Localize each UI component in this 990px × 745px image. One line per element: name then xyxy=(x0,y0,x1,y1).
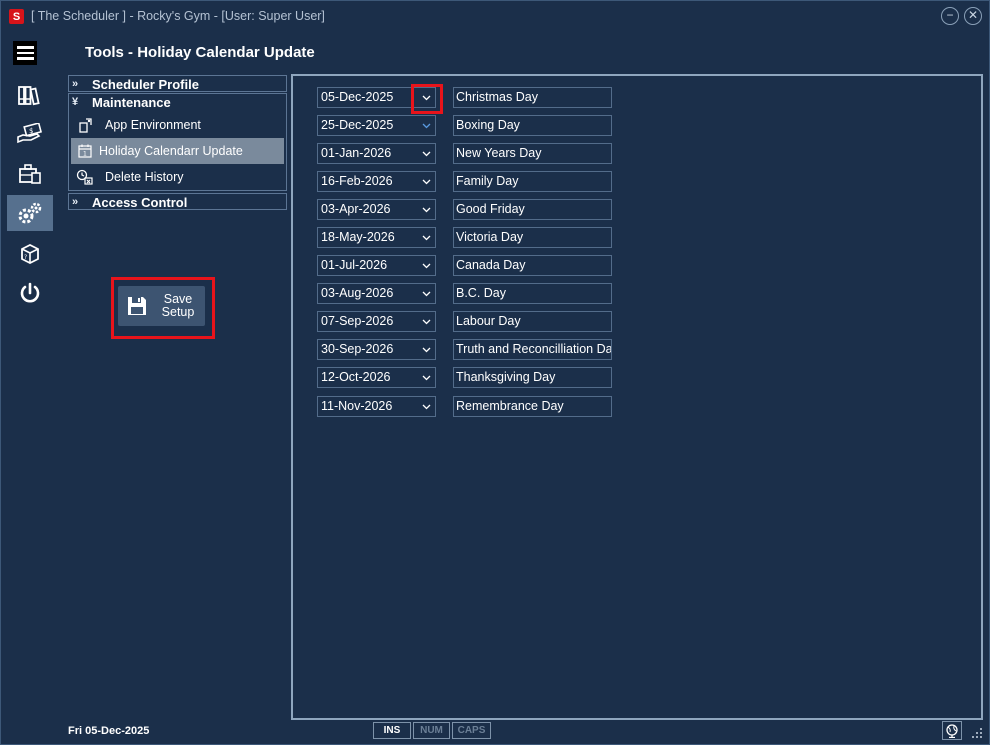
resize-grip-icon[interactable] xyxy=(969,725,983,739)
holiday-name-input[interactable]: Victoria Day xyxy=(453,227,612,248)
nav-item-label: App Environment xyxy=(105,118,201,132)
delete-history-icon xyxy=(71,169,99,185)
nav-header-maintenance[interactable]: ¥ Maintenance xyxy=(69,94,286,110)
nav-group-scheduler-profile[interactable]: » Scheduler Profile xyxy=(68,75,287,92)
page-title: Tools - Holiday Calendar Update xyxy=(85,44,315,61)
menu-icon[interactable] xyxy=(13,41,37,65)
chevron-down-icon[interactable] xyxy=(420,200,432,219)
holiday-name-input[interactable]: Good Friday xyxy=(453,199,612,220)
dropdown-highlight xyxy=(411,84,443,114)
chevron-down-icon[interactable] xyxy=(420,312,432,331)
holiday-date-value: 25-Dec-2025 xyxy=(321,118,394,132)
holiday-name-input[interactable]: Truth and Reconcilliation Day xyxy=(453,339,612,360)
nav-header-label: Access Control xyxy=(92,194,188,210)
holiday-name-input[interactable]: B.C. Day xyxy=(453,283,612,304)
window-title: [ The Scheduler ] - Rocky's Gym - [User:… xyxy=(31,9,325,23)
holiday-date-value: 01-Jan-2026 xyxy=(321,146,392,160)
close-button[interactable]: ✕ xyxy=(964,7,982,25)
floppy-disk-icon xyxy=(128,297,146,315)
save-setup-button[interactable]: Save Setup xyxy=(118,286,205,326)
chevron-double-right-icon: » xyxy=(72,78,79,90)
chevron-down-icon[interactable] xyxy=(420,340,432,359)
power-icon[interactable] xyxy=(7,275,53,311)
books-icon[interactable] xyxy=(7,77,53,113)
holiday-name-input[interactable]: Labour Day xyxy=(453,311,612,332)
calendar-icon: 1 xyxy=(71,144,99,158)
holiday-date-dropdown[interactable]: 01-Jan-2026 xyxy=(317,143,436,164)
holiday-date-dropdown[interactable]: 11-Nov-2026 xyxy=(317,396,436,417)
holiday-date-value: 01-Jul-2026 xyxy=(321,258,388,272)
box-icon[interactable]: ? xyxy=(7,236,53,272)
holiday-date-dropdown[interactable]: 25-Dec-2025 xyxy=(317,115,436,136)
holiday-date-value: 03-Aug-2026 xyxy=(321,286,394,300)
holiday-date-dropdown[interactable]: 12-Oct-2026 xyxy=(317,367,436,388)
chevron-down-icon[interactable] xyxy=(420,284,432,303)
chevron-down-icon[interactable] xyxy=(420,116,432,135)
chevron-down-icon[interactable] xyxy=(420,256,432,275)
holiday-name-input[interactable]: Thanksgiving Day xyxy=(453,367,612,388)
chevron-double-down-icon: ¥ xyxy=(72,96,79,108)
holiday-name-input[interactable]: Remembrance Day xyxy=(453,396,612,417)
chevron-down-icon[interactable] xyxy=(420,172,432,191)
svg-text:1: 1 xyxy=(83,151,87,158)
globe-icon[interactable] xyxy=(942,721,962,740)
holiday-date-dropdown[interactable]: 07-Sep-2026 xyxy=(317,311,436,332)
caps-indicator: CAPS xyxy=(452,722,491,739)
nav-item-label: Delete History xyxy=(105,170,184,184)
holiday-date-dropdown[interactable]: 01-Jul-2026 xyxy=(317,255,436,276)
holiday-name-input[interactable]: Christmas Day xyxy=(453,87,612,108)
holiday-date-value: 12-Oct-2026 xyxy=(321,370,391,384)
svg-text:?: ? xyxy=(24,254,27,261)
holiday-name-input[interactable]: New Years Day xyxy=(453,143,612,164)
svg-text:$: $ xyxy=(29,127,33,135)
app-logo-icon: S xyxy=(9,9,24,24)
nav-header-label: Scheduler Profile xyxy=(92,76,199,92)
ins-indicator: INS xyxy=(373,722,411,739)
save-setup-label: Save Setup xyxy=(161,292,195,319)
chevron-down-icon[interactable] xyxy=(420,144,432,163)
holiday-date-dropdown[interactable]: 30-Sep-2026 xyxy=(317,339,436,360)
briefcase-icon[interactable] xyxy=(7,156,53,192)
nav-item-holiday-calendar-update[interactable]: 1 Holiday Calendarr Update xyxy=(71,138,284,164)
holiday-date-dropdown[interactable]: 16-Feb-2026 xyxy=(317,171,436,192)
chevron-down-icon[interactable] xyxy=(420,228,432,247)
title-bar[interactable]: S [ The Scheduler ] - Rocky's Gym - [Use… xyxy=(1,1,989,31)
nav-item-app-environment[interactable]: App Environment xyxy=(71,112,284,138)
chevron-double-right-icon: » xyxy=(72,196,79,208)
holiday-date-value: 30-Sep-2026 xyxy=(321,342,394,356)
status-date: Fri 05-Dec-2025 xyxy=(68,725,150,737)
holiday-name-input[interactable]: Family Day xyxy=(453,171,612,192)
holiday-name-input[interactable]: Canada Day xyxy=(453,255,612,276)
holiday-date-value: 03-Apr-2026 xyxy=(321,202,391,216)
holiday-date-dropdown[interactable]: 18-May-2026 xyxy=(317,227,436,248)
app-window: S [ The Scheduler ] - Rocky's Gym - [Use… xyxy=(0,0,990,745)
nav-item-label: Holiday Calendarr Update xyxy=(99,144,243,158)
holiday-date-value: 07-Sep-2026 xyxy=(321,314,394,328)
nav-group-maintenance: ¥ Maintenance App Environment 1 Holiday … xyxy=(68,93,287,191)
holiday-date-value: 11-Nov-2026 xyxy=(321,399,393,413)
holiday-name-input[interactable]: Boxing Day xyxy=(453,115,612,136)
holiday-date-dropdown[interactable]: 03-Apr-2026 xyxy=(317,199,436,220)
money-hand-icon[interactable]: $ xyxy=(7,116,53,152)
gears-icon[interactable] xyxy=(7,195,53,231)
chevron-down-icon[interactable] xyxy=(420,397,432,416)
nav-item-delete-history[interactable]: Delete History xyxy=(71,164,284,190)
num-indicator: NUM xyxy=(413,722,450,739)
holiday-date-dropdown[interactable]: 03-Aug-2026 xyxy=(317,283,436,304)
nav-header-label: Maintenance xyxy=(92,94,171,110)
nav-group-access-control[interactable]: » Access Control xyxy=(68,193,287,210)
holiday-date-value: 18-May-2026 xyxy=(321,230,395,244)
app-environment-icon xyxy=(71,117,99,133)
minimize-button[interactable]: − xyxy=(941,7,959,25)
holiday-date-value: 16-Feb-2026 xyxy=(321,174,393,188)
chevron-down-icon[interactable] xyxy=(420,368,432,387)
holiday-date-value: 05-Dec-2025 xyxy=(321,90,394,104)
